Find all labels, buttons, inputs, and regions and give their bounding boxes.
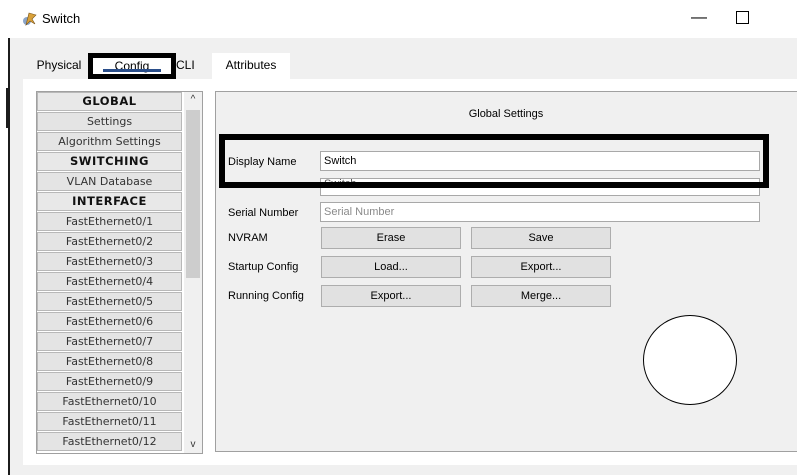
merge-button[interactable]: Merge... <box>471 285 611 307</box>
export-running-button[interactable]: Export... <box>321 285 461 307</box>
sidebar-item[interactable]: Algorithm Settings <box>37 132 182 151</box>
scroll-up-arrow-icon[interactable]: ^ <box>184 92 202 108</box>
maximize-button[interactable] <box>736 11 749 24</box>
title-bar: Switch — <box>0 0 797 38</box>
sidebar-item[interactable]: Settings <box>37 112 182 131</box>
scroll-down-arrow-icon[interactable]: v <box>184 437 202 453</box>
circle-annotation <box>643 315 737 405</box>
sidebar-item[interactable]: FastEthernet0/12 <box>37 432 182 451</box>
settings-title: Global Settings <box>468 108 544 120</box>
load-startup-button[interactable]: Load... <box>321 256 461 278</box>
nvram-label: NVRAM <box>228 232 268 244</box>
sidebar-section-header: INTERFACE <box>37 192 182 211</box>
tab-config[interactable]: Config <box>88 53 176 79</box>
window-edge-mark <box>6 88 9 128</box>
tab-cli[interactable]: CLI <box>176 53 200 79</box>
startup-config-label: Startup Config <box>228 261 299 273</box>
serial-number-label: Serial Number <box>228 207 299 219</box>
sidebar-item[interactable]: FastEthernet0/5 <box>37 292 182 311</box>
sidebar-item[interactable]: FastEthernet0/2 <box>37 232 182 251</box>
sidebar-section-header: SWITCHING <box>37 152 182 171</box>
sidebar-item[interactable]: FastEthernet0/9 <box>37 372 182 391</box>
serial-number-input[interactable]: Serial Number <box>320 202 760 222</box>
sidebar-item[interactable]: FastEthernet0/11 <box>37 412 182 431</box>
sidebar-item[interactable]: FastEthernet0/10 <box>37 392 182 411</box>
scroll-thumb[interactable] <box>186 110 200 278</box>
tab-physical[interactable]: Physical <box>30 53 88 79</box>
sidebar-section-header: GLOBAL <box>37 92 182 111</box>
sidebar-item[interactable]: FastEthernet0/4 <box>37 272 182 291</box>
sidebar-item[interactable]: FastEthernet0/3 <box>37 252 182 271</box>
display-name-highlight <box>219 134 769 188</box>
minimize-button[interactable]: — <box>688 8 710 28</box>
save-button[interactable]: Save <box>471 227 611 249</box>
tab-attributes[interactable]: Attributes <box>212 53 290 79</box>
sidebar-item[interactable]: FastEthernet0/7 <box>37 332 182 351</box>
sidebar-scrollbar[interactable]: ^ v <box>184 92 202 453</box>
sidebar-item[interactable]: FastEthernet0/6 <box>37 312 182 331</box>
config-sidebar-list[interactable]: GLOBAL Settings Algorithm Settings SWITCHIN… <box>36 91 203 454</box>
export-startup-button[interactable]: Export... <box>471 256 611 278</box>
erase-button[interactable]: Erase <box>321 227 461 249</box>
window-title: Switch <box>42 11 81 26</box>
active-tab-indicator <box>103 69 161 72</box>
sidebar-item[interactable]: FastEthernet0/1 <box>37 212 182 231</box>
running-config-label: Running Config <box>228 290 304 302</box>
switch-app-icon <box>23 12 37 26</box>
sidebar-item[interactable]: VLAN Database <box>37 172 182 191</box>
sidebar-items: GLOBAL Settings Algorithm Settings SWITCHIN… <box>37 92 182 452</box>
sidebar-item[interactable]: FastEthernet0/8 <box>37 352 182 371</box>
